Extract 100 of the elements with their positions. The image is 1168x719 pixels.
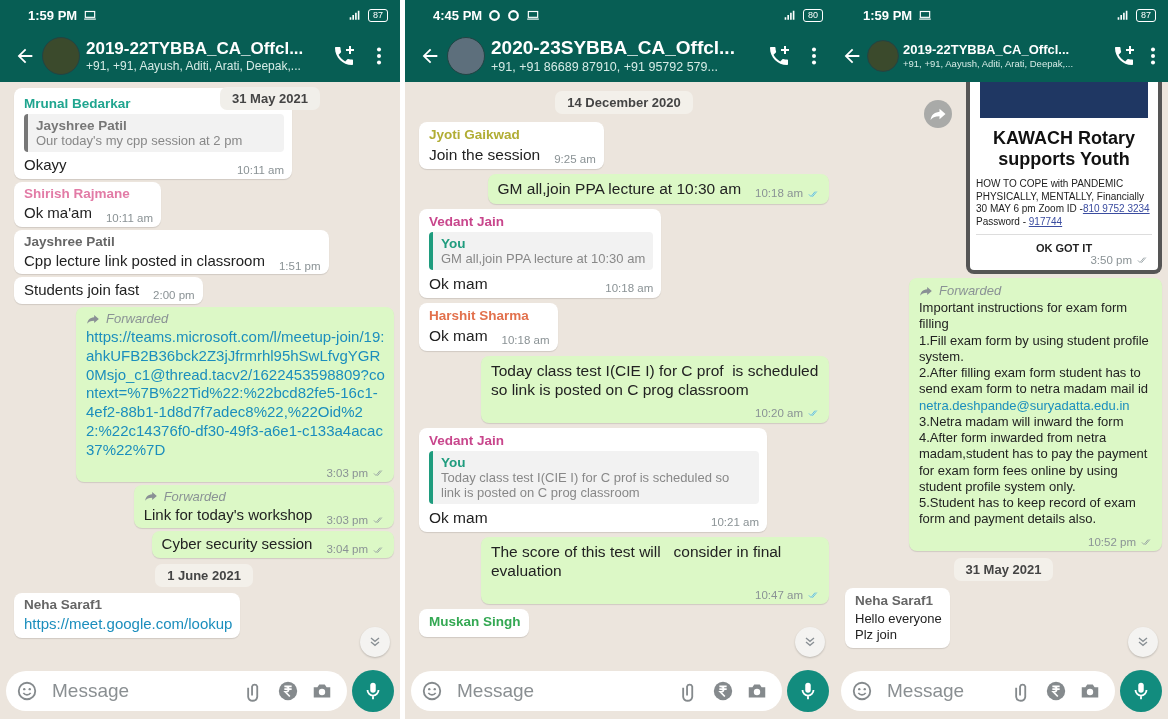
group-members: +91, +91, Aayush, Aditi, Arati, Deepak,... [86, 59, 302, 75]
message-time: 3:50 pm [1090, 254, 1132, 266]
message-text: Cpp lecture link posted in classroom [24, 251, 265, 271]
message-time: 10:11 am [236, 163, 284, 178]
mic-button[interactable] [352, 670, 394, 712]
laptop-icon [83, 8, 98, 22]
scroll-down-button[interactable] [1128, 627, 1158, 657]
date-chip: 31 May 2021 [220, 87, 320, 110]
group-avatar[interactable] [447, 37, 485, 75]
quote-author: Jayshree Patil [36, 118, 128, 133]
quote-author: You [441, 235, 467, 251]
message-time: 2:00 pm [153, 288, 195, 303]
message-time: 10:47 am [755, 587, 803, 603]
quote-author: You [441, 454, 467, 470]
add-call-icon[interactable] [767, 44, 791, 68]
rupee-icon[interactable] [712, 680, 734, 702]
message-time: 10:18 am [605, 280, 654, 296]
scroll-down-button[interactable] [360, 627, 390, 657]
message-text: 1.Fill exam form by using student profile system. [919, 332, 1150, 365]
sender-name: Harshit Sharma [429, 308, 529, 324]
date-chip: 1 June 2021 [155, 564, 253, 588]
group-name[interactable]: 2019-22TYBBA_CA_Offcl... [86, 37, 320, 60]
battery-indicator: 80 [803, 8, 823, 22]
battery-indicator: 87 [1136, 8, 1156, 22]
scroll-down-button[interactable] [795, 627, 825, 657]
sender-name: Mrunal Bedarkar [24, 96, 131, 111]
ok-button[interactable]: OK GOT IT [1035, 242, 1093, 254]
message-text: The score of this test will consider in final evaluation [491, 542, 783, 581]
rupee-icon[interactable] [277, 680, 299, 702]
date-chip: 31 May 2021 [953, 557, 1054, 581]
poster-title: KAWACH Rotary supports Youth [992, 128, 1136, 170]
mic-button[interactable] [787, 670, 829, 712]
message-time: 3:04 pm [326, 542, 368, 557]
message-text: Today class test I(CIE I) for C prof is scheduled so link is posted on C prog classroom [491, 360, 820, 400]
message-time: 9:25 am [554, 152, 596, 167]
emoji-icon[interactable] [421, 680, 443, 702]
add-call-icon[interactable] [332, 44, 356, 68]
group-name[interactable]: 2019-22TYBBA_CA_Offcl... [903, 41, 1106, 59]
message-time: 10:20 am [755, 406, 803, 421]
sender-name: Shirish Rajmane [24, 185, 130, 201]
sender-name: Vedant Jain [429, 213, 505, 229]
message-time: 10:18 am [501, 333, 550, 348]
message-time: 10:21 am [711, 514, 759, 529]
rupee-icon[interactable] [1045, 680, 1067, 702]
message-bar[interactable]: Message [841, 671, 1115, 711]
message-text: Hello everyone Plz join [855, 610, 942, 644]
message-text: Cyber security session [161, 535, 313, 555]
message-text: Okayy [24, 156, 67, 175]
forwarded-label: Forwarded [163, 488, 226, 504]
sender-name: Neha Saraf1 [855, 592, 934, 608]
laptop-icon [526, 8, 541, 22]
status-time: 4:45 PM [433, 7, 483, 23]
message-time: 1:51 pm [278, 258, 321, 273]
message-field[interactable]: Message [50, 679, 231, 703]
forwarded-label: Forwarded [106, 311, 169, 326]
ring-icon [488, 8, 502, 22]
message-text: Join the session [429, 145, 541, 165]
sender-name: Jayshree Patil [24, 233, 115, 249]
sender-name: Neha Saraf1 [24, 597, 103, 613]
quote-text: Today class test I(CIE I) for C prof is scheduled so link is posted on C prog classroom [441, 469, 731, 500]
message-text: 5.Student has to keep record of exam form and payment details also. [919, 495, 1137, 528]
group-name[interactable]: 2020-23SYBBA_CA_Offcl... [491, 36, 755, 61]
message-text: Ok mam [429, 273, 488, 294]
add-call-icon[interactable] [1112, 44, 1136, 68]
share-button[interactable] [924, 100, 952, 128]
message-field[interactable]: Message [455, 679, 666, 703]
quote-text: Our today's my cpp session at 2 pm [36, 133, 244, 148]
group-members: +91, +91 86689 87910, +91 95792 579... [491, 60, 719, 76]
message-time: 3:03 pm [326, 466, 368, 481]
mic-button[interactable] [1120, 670, 1162, 712]
message-link[interactable]: https://meet.google.com/lookup [24, 615, 233, 634]
message-text: 3.Netra madam will inward the form [919, 413, 1125, 430]
message-text: Link for today's workshop [143, 505, 313, 525]
message-field[interactable]: Message [885, 679, 999, 703]
message-bar[interactable]: Message [411, 671, 782, 711]
password-link[interactable]: 917744 [1028, 215, 1063, 227]
message-time: 3:03 pm [326, 512, 368, 527]
message-text: Ok mam [429, 326, 488, 346]
message-text: Students join fast [24, 281, 140, 300]
message-text: GM all,join PPA lecture at 10:30 am [497, 179, 742, 199]
group-members: +91, +91, Aayush, Aditi, Arati, Deepak,... [903, 58, 1075, 71]
message-text: 4.After form inwarded from netra madam,student has to pay the payment for exam form fees online by using student profile system only. [919, 430, 1149, 495]
message-bar[interactable]: Message [6, 671, 347, 711]
forwarded-label: Forwarded [939, 283, 1002, 298]
message-time: 10:52 pm [1088, 534, 1136, 549]
message-time: 10:18 am [755, 186, 803, 201]
ring-icon [507, 8, 521, 22]
emoji-icon[interactable] [16, 680, 38, 702]
emoji-icon[interactable] [851, 680, 873, 702]
sender-name: Jyoti Gaikwad [429, 127, 520, 142]
status-time: 1:59 PM [863, 7, 913, 23]
status-time: 1:59 PM [28, 7, 78, 23]
sender-name: Muskan Singh [429, 614, 521, 630]
poster-text: HOW TO COPE with PANDEMIC PHYSICALLY, MENTALLY, Financially 30 MAY 6 pm Zoom ID -810 9752 3234 Password - 917744 [976, 178, 1151, 228]
quote-text: GM all,join PPA lecture at 10:30 am [441, 250, 646, 266]
message-text: Important instructions for exam form filling [919, 300, 1129, 333]
sender-name: Vedant Jain [429, 432, 505, 448]
message-text: Ok ma'am [24, 203, 92, 223]
message-text: Ok mam [429, 507, 488, 527]
date-chip: 14 December 2020 [555, 91, 693, 114]
